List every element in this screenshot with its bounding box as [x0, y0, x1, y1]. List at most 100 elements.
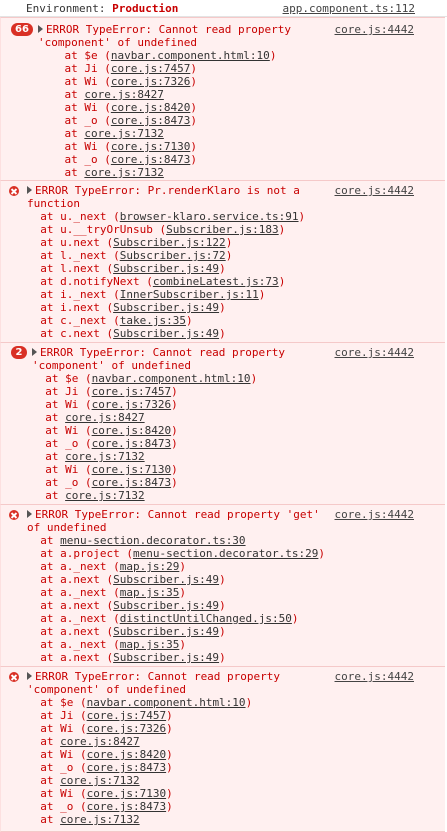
stack-frame-link[interactable]: core.js:7457: [111, 62, 190, 75]
stack-frame: at core.js:7132: [32, 489, 145, 502]
stack-frame-link[interactable]: browser-klaro.service.ts:91: [120, 210, 299, 223]
stack-frame-link[interactable]: menu-section.decorator.ts:29: [133, 547, 318, 560]
stack-frame: at $e (navbar.component.html:10): [38, 49, 277, 62]
error-title-continuation: function: [27, 197, 80, 210]
stack-frame: at u._next (browser-klaro.service.ts:91): [27, 210, 306, 223]
stack-frame: at core.js:7132: [38, 127, 164, 140]
stack-frame-link[interactable]: Subscriber.js:49: [113, 599, 219, 612]
stack-frame-link[interactable]: core.js:7326: [87, 722, 166, 735]
stack-frame-link[interactable]: Subscriber.js:49: [113, 327, 219, 340]
stack-frame-link[interactable]: map.js:29: [120, 560, 180, 573]
stack-frame-link[interactable]: core.js:7326: [111, 75, 190, 88]
expand-triangle-icon[interactable]: [27, 510, 32, 518]
stack-frame-link[interactable]: core.js:7130: [92, 463, 171, 476]
stack-frame-link[interactable]: map.js:35: [120, 638, 180, 651]
stack-frame: at core.js:7132: [38, 166, 164, 179]
stack-frame: at Wi (core.js:7130): [32, 463, 178, 476]
stack-frame: at u.next (Subscriber.js:122): [27, 236, 233, 249]
stack-frame-link[interactable]: core.js:8420: [92, 424, 171, 437]
stack-frame-link[interactable]: menu-section.decorator.ts:30: [60, 534, 245, 547]
stack-frame-link[interactable]: navbar.component.html:10: [92, 372, 251, 385]
error-title-text: ERROR TypeError: Cannot read property: [35, 670, 281, 683]
stack-frame: at l._next (Subscriber.js:72): [27, 249, 233, 262]
stack-frame-link[interactable]: Subscriber.js:72: [120, 249, 226, 262]
stack-frame-link[interactable]: map.js:35: [120, 586, 180, 599]
stack-frame-link[interactable]: InnerSubscriber.js:11: [120, 288, 259, 301]
stack-frame: at a.next (Subscriber.js:49): [27, 599, 226, 612]
stack-frame: at c.next (Subscriber.js:49): [27, 327, 226, 340]
error-title[interactable]: ERROR TypeError: Cannot read property: [27, 670, 445, 683]
expand-triangle-icon[interactable]: [32, 348, 37, 356]
stack-frame-link[interactable]: core.js:8473: [111, 114, 190, 127]
stack-frame: at core.js:7132: [27, 813, 140, 826]
stack-frame: at core.js:8427: [38, 88, 164, 101]
expand-triangle-icon[interactable]: [38, 25, 43, 33]
stack-frame: at _o (core.js:8473): [32, 437, 178, 450]
stack-frame-link[interactable]: core.js:8473: [87, 800, 166, 813]
stack-frame-link[interactable]: core.js:7132: [65, 489, 144, 502]
stack-frame: at Ji (core.js:7457): [38, 62, 197, 75]
stack-frame-link[interactable]: core.js:7132: [60, 813, 139, 826]
stack-frame-link[interactable]: core.js:8427: [60, 735, 139, 748]
stack-frame-link[interactable]: core.js:7457: [92, 385, 171, 398]
environment-value: Production: [112, 2, 179, 15]
expand-triangle-icon[interactable]: [27, 672, 32, 680]
stack-frame-link[interactable]: Subscriber.js:49: [113, 262, 219, 275]
stack-frame: at Ji (core.js:7457): [27, 709, 173, 722]
stack-frame: at Wi (core.js:8420): [38, 101, 197, 114]
error-title-text: ERROR TypeError: Cannot read property: [40, 346, 286, 359]
stack-frame: at Ji (core.js:7457): [32, 385, 178, 398]
stack-frame: at _o (core.js:8473): [27, 761, 173, 774]
stack-frame: at a.next (Subscriber.js:49): [27, 651, 226, 664]
stack-frame: at Wi (core.js:7130): [27, 787, 173, 800]
stack-frame-link[interactable]: core.js:7132: [60, 774, 139, 787]
stack-frame-link[interactable]: core.js:7326: [92, 398, 171, 411]
console-panel: Environment: Production app.component.ts…: [0, 0, 447, 832]
stack-frame: at Wi (core.js:7326): [32, 398, 178, 411]
error-message: core.js:4442 ERROR TypeError: Pr.renderKl…: [0, 180, 445, 344]
stack-frame: at Wi (core.js:7130): [38, 140, 197, 153]
error-title[interactable]: ERROR TypeError: Cannot read property: [32, 346, 445, 359]
stack-frame: at a.next (Subscriber.js:49): [27, 573, 226, 586]
stack-frame-link[interactable]: Subscriber.js:49: [113, 625, 219, 638]
stack-frame: at Wi (core.js:7326): [38, 75, 197, 88]
stack-frame: at core.js:7132: [27, 774, 140, 787]
stack-frame-link[interactable]: core.js:7132: [84, 166, 163, 179]
stack-frame-link[interactable]: core.js:8473: [87, 761, 166, 774]
error-title[interactable]: ERROR TypeError: Pr.renderKlaro is not a: [27, 184, 445, 197]
stack-frame-link[interactable]: core.js:7130: [111, 140, 190, 153]
stack-frame-link[interactable]: core.js:7132: [84, 127, 163, 140]
error-message: core.js:4442 ERROR TypeError: Cannot read…: [0, 666, 445, 832]
stack-frame-link[interactable]: core.js:8427: [65, 411, 144, 424]
error-title[interactable]: ERROR TypeError: Cannot read property: [38, 23, 445, 36]
stack-frame-link[interactable]: combineLatest.js:73: [153, 275, 279, 288]
stack-frame-link[interactable]: core.js:7457: [87, 709, 166, 722]
error-title[interactable]: ERROR TypeError: Cannot read property 'g…: [27, 508, 445, 521]
stack-frame-link[interactable]: navbar.component.html:10: [111, 49, 270, 62]
error-title-continuation: 'component' of undefined: [38, 36, 197, 49]
source-link[interactable]: app.component.ts:112: [283, 2, 415, 15]
error-title-text: ERROR TypeError: Pr.renderKlaro is not a: [35, 184, 300, 197]
stack-frame-link[interactable]: core.js:8473: [111, 153, 190, 166]
stack-frame-link[interactable]: Subscriber.js:49: [113, 573, 219, 586]
stack-frame: at c._next (take.js:35): [27, 314, 193, 327]
stack-frame-link[interactable]: core.js:7132: [65, 450, 144, 463]
expand-triangle-icon[interactable]: [27, 186, 32, 194]
stack-frame-link[interactable]: core.js:8420: [87, 748, 166, 761]
stack-frame: at core.js:8427: [27, 735, 140, 748]
stack-frame-link[interactable]: Subscriber.js:49: [113, 651, 219, 664]
stack-frame: at _o (core.js:8473): [32, 476, 178, 489]
stack-frame-link[interactable]: core.js:8473: [92, 437, 171, 450]
stack-frame-link[interactable]: core.js:8427: [84, 88, 163, 101]
stack-frame-link[interactable]: distinctUntilChanged.js:50: [120, 612, 292, 625]
stack-frame-link[interactable]: core.js:8473: [92, 476, 171, 489]
stack-frame-link[interactable]: Subscriber.js:183: [166, 223, 279, 236]
stack-frame-link[interactable]: core.js:8420: [111, 101, 190, 114]
stack-frame-link[interactable]: core.js:7130: [87, 787, 166, 800]
stack-frame-link[interactable]: Subscriber.js:122: [113, 236, 226, 249]
stack-frame-link[interactable]: navbar.component.html:10: [87, 696, 246, 709]
stack-frame: at l.next (Subscriber.js:49): [27, 262, 226, 275]
stack-frame-link[interactable]: take.js:35: [120, 314, 186, 327]
stack-frame: at $e (navbar.component.html:10): [27, 696, 253, 709]
stack-frame-link[interactable]: Subscriber.js:49: [113, 301, 219, 314]
